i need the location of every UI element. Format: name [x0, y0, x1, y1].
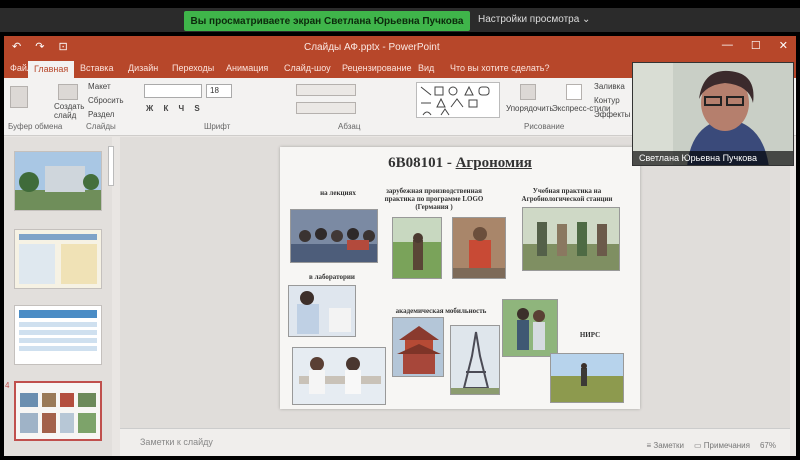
document-title: Слайды АФ.pptx - PowerPoint	[304, 42, 440, 53]
temple-image	[393, 318, 443, 376]
reset-button[interactable]: Сбросить	[88, 96, 124, 105]
tab-design[interactable]: Дизайн	[128, 63, 158, 73]
people-photo-image	[503, 300, 557, 356]
thumbnail-scrollbar[interactable]	[108, 146, 114, 186]
slide-thumbnails-panel: 4	[4, 137, 112, 456]
tab-animation[interactable]: Анимация	[226, 63, 268, 73]
layout-button[interactable]: Макет	[88, 82, 111, 91]
caption-training-practice: Учебная практика на Агробиологической ст…	[521, 187, 613, 203]
undo-icon[interactable]: ↶	[12, 40, 21, 53]
align-icons[interactable]	[296, 102, 356, 114]
section-button[interactable]: Раздел	[88, 110, 114, 119]
notes-toggle-button[interactable]: ≡ Заметки	[647, 441, 685, 450]
nirs-photo	[550, 353, 624, 403]
comments-toggle-button[interactable]: ▭ Примечания	[694, 441, 750, 450]
mobility-photo-temple	[392, 317, 444, 377]
minimize-icon[interactable]: —	[722, 39, 733, 52]
lecture-photo	[290, 209, 378, 263]
maximize-icon[interactable]: ☐	[751, 39, 761, 52]
shapes-gallery[interactable]	[416, 82, 500, 118]
tab-home[interactable]: Главная	[28, 61, 75, 78]
lab-photo-2	[292, 347, 386, 405]
tab-transitions[interactable]: Переходы	[172, 63, 214, 73]
agro-station-photo	[522, 207, 620, 271]
effects-button[interactable]: Эффекты	[594, 110, 630, 119]
eiffel-tower-image	[451, 326, 499, 394]
slide-title: 6В08101 - Агрономия	[280, 155, 640, 172]
lab-photo-2-image	[293, 348, 385, 404]
close-icon[interactable]: ✕	[779, 39, 788, 52]
group-slides: Слайды	[86, 122, 116, 131]
slide-thumbnail-selected[interactable]	[14, 381, 102, 441]
share-banner: Вы просматриваете экран Светлана Юрьевна…	[184, 11, 470, 31]
caption-academic-mobility: академическая мобильность	[395, 307, 487, 315]
lab-photo-1-image	[289, 286, 355, 336]
lecture-photo-image	[291, 210, 377, 262]
font-format-icons[interactable]: Ж К Ч S	[146, 104, 204, 113]
window-controls: — ☐ ✕	[722, 39, 788, 52]
mobility-photo-people	[502, 299, 558, 357]
slide-title-code: 6В08101 -	[388, 155, 456, 171]
shapes-gallery-icon	[420, 85, 490, 116]
slide-thumbnail[interactable]	[14, 151, 102, 211]
notes-placeholder: Заметки к слайду	[140, 437, 213, 447]
agro-station-image	[523, 208, 619, 270]
group-font: Шрифт	[204, 122, 231, 131]
list-icons[interactable]	[296, 84, 356, 96]
thumbnail-text-image	[15, 230, 101, 288]
caption-laboratory: в лаборатории	[309, 273, 355, 281]
new-slide-icon[interactable]	[58, 84, 78, 100]
field-photo-image	[393, 218, 441, 278]
slide-editor: 6В08101 - Агрономия на лекциях зарубежна…	[120, 137, 790, 437]
arrange-button[interactable]: Упорядочить	[506, 104, 554, 113]
caption-lectures: на лекциях	[320, 189, 356, 197]
caption-nirs: НИРС	[579, 331, 601, 339]
redo-icon[interactable]: ↷	[35, 40, 44, 53]
create-slide-button[interactable]: Создать слайд	[54, 102, 84, 120]
fill-button[interactable]: Заливка	[594, 82, 625, 91]
group-clipboard: Буфер обмена	[8, 122, 63, 131]
font-name-input[interactable]	[144, 84, 202, 98]
font-size-input[interactable]: 18	[206, 84, 232, 98]
quick-access-toolbar: ↶ ↷ ⊡	[12, 40, 68, 53]
notes-pane[interactable]: Заметки к слайду ≡ Заметки ▭ Примечания …	[120, 428, 790, 456]
mobility-photo-eiffel	[450, 325, 500, 395]
participant-name: Светлана Юрьевна Пучкова	[633, 151, 793, 165]
worker-photo-image	[453, 218, 505, 278]
slide-thumbnail[interactable]	[14, 305, 102, 365]
paste-icon[interactable]	[10, 86, 28, 108]
foreign-practice-photo-2	[452, 217, 506, 279]
thumbnail-campus-image	[15, 152, 101, 210]
slide-title-name: Агрономия	[455, 155, 532, 171]
view-options-button[interactable]: Настройки просмотра ⌄	[478, 14, 590, 25]
lab-photo-1	[288, 285, 356, 337]
group-drawing: Рисование	[524, 122, 565, 131]
group-paragraph: Абзац	[338, 122, 361, 131]
screen: Вы просматриваете экран Светлана Юрьевна…	[0, 0, 800, 460]
foreign-practice-photo-1	[392, 217, 442, 279]
tab-review[interactable]: Рецензирование	[342, 63, 412, 73]
title-bar: ↶ ↷ ⊡ Слайды АФ.pptx - PowerPoint — ☐ ✕	[4, 36, 796, 60]
thumbnail-table-image	[15, 306, 101, 364]
zoom-level[interactable]: 67%	[760, 441, 776, 450]
slide-canvas[interactable]: 6В08101 - Агрономия на лекциях зарубежна…	[280, 147, 640, 409]
status-tools: ≡ Заметки ▭ Примечания 67%	[647, 441, 776, 450]
express-styles-icon[interactable]	[566, 84, 582, 100]
tab-insert[interactable]: Вставка	[80, 63, 113, 73]
thumbnail-collage-image	[16, 383, 100, 439]
arrange-icon[interactable]	[520, 84, 536, 100]
present-icon[interactable]: ⊡	[58, 40, 67, 53]
caption-foreign-practice: зарубежная производственная практика по …	[384, 187, 484, 211]
field-research-image	[551, 354, 623, 402]
slide-thumbnail[interactable]	[14, 229, 102, 289]
tab-slideshow[interactable]: Слайд-шоу	[284, 63, 331, 73]
contour-button[interactable]: Контур	[594, 96, 620, 105]
participant-video[interactable]: Светлана Юрьевна Пучкова	[632, 62, 794, 166]
tab-view[interactable]: Вид	[418, 63, 434, 73]
tell-me-search[interactable]: Что вы хотите сделать?	[450, 63, 550, 73]
slide-number: 4	[5, 381, 10, 390]
